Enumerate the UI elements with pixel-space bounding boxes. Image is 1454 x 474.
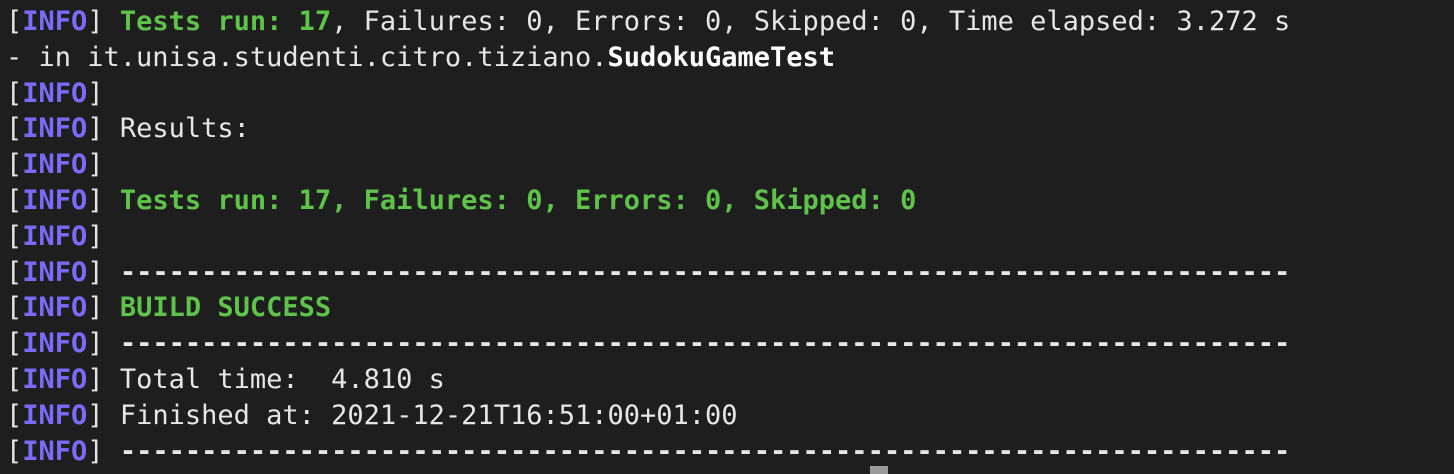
log-level-info: INFO [22,292,88,324]
bracket-open: [ [6,435,23,467]
log-level-info: INFO [22,399,88,431]
bracket-close: ] [87,184,104,216]
terminal-cursor [870,466,888,474]
bracket-open: [ [6,6,23,37]
bracket-close: ] [87,399,104,431]
bracket-open: [ [6,399,23,431]
terminal-window[interactable]: [INFO] Tests run: 17, Failures: 0, Error… [0,0,1454,474]
build-success-status: BUILD SUCCESS [103,292,332,324]
bracket-close: ] [87,256,104,288]
bracket-close: ] [87,113,104,145]
log-line-finished-at: [INFO] Finished at: 2021-12-21T16:51:00+… [6,398,1454,434]
log-line-empty: [INFO] [6,219,1454,255]
log-line-empty: [INFO] [6,147,1454,183]
log-level-info: INFO [22,435,88,467]
test-class-package: - in it.unisa.studenti.citro.tiziano. [6,41,608,73]
total-time-text: Total time: 4.810 s [103,363,445,395]
log-level-info: INFO [22,256,88,288]
bracket-open: [ [6,328,23,360]
log-line-test-summary: [INFO] Tests run: 17, Failures: 0, Error… [6,4,1454,40]
log-level-info: INFO [22,184,88,216]
bracket-open: [ [6,77,23,109]
test-stats-detail: , Failures: 0, Errors: 0, Skipped: 0, Ti… [331,6,1291,37]
finished-at-text: Finished at: 2021-12-21T16:51:00+01:00 [103,399,738,431]
log-level-info: INFO [22,328,88,360]
bracket-open: [ [6,256,23,288]
results-label: Results: [103,113,250,145]
bracket-close: ] [87,292,104,324]
separator-dashes: ----------------------------------------… [103,256,1291,288]
bracket-close: ] [87,363,104,395]
results-summary-text: Tests run: 17, Failures: 0, Errors: 0, S… [103,184,917,216]
bracket-open: [ [6,184,23,216]
separator-dashes: ----------------------------------------… [103,328,1291,360]
log-line-results-summary: [INFO] Tests run: 17, Failures: 0, Error… [6,183,1454,219]
log-line-build-status: [INFO] BUILD SUCCESS [6,290,1454,326]
log-level-info: INFO [22,149,88,181]
bracket-close: ] [87,435,104,467]
log-line-test-class: - in it.unisa.studenti.citro.tiziano.Sud… [6,40,1454,76]
separator-dashes: ----------------------------------------… [103,435,1291,467]
bracket-close: ] [87,77,104,109]
bracket-close: ] [87,6,104,37]
log-line-separator: [INFO] ---------------------------------… [6,255,1454,291]
bracket-open: [ [6,149,23,181]
bracket-open: [ [6,113,23,145]
bracket-close: ] [87,220,104,252]
tests-run-count: Tests run: 17 [119,6,332,37]
log-line-results-header: [INFO] Results: [6,111,1454,147]
bracket-open: [ [6,220,23,252]
log-line-separator: [INFO] ---------------------------------… [6,434,1454,470]
bracket-open: [ [6,292,23,324]
test-class-name: SudokuGameTest [607,41,836,73]
log-line-empty: [INFO] [6,76,1454,112]
bracket-close: ] [87,328,104,360]
bracket-close: ] [87,149,104,181]
log-line-separator: [INFO] ---------------------------------… [6,326,1454,362]
log-line-total-time: [INFO] Total time: 4.810 s [6,362,1454,398]
log-level-info: INFO [22,113,88,145]
log-level-info: INFO [22,77,88,109]
bracket-open: [ [6,363,23,395]
log-level-info: INFO [22,220,88,252]
log-level-info: INFO [22,6,88,37]
log-level-info: INFO [22,363,88,395]
